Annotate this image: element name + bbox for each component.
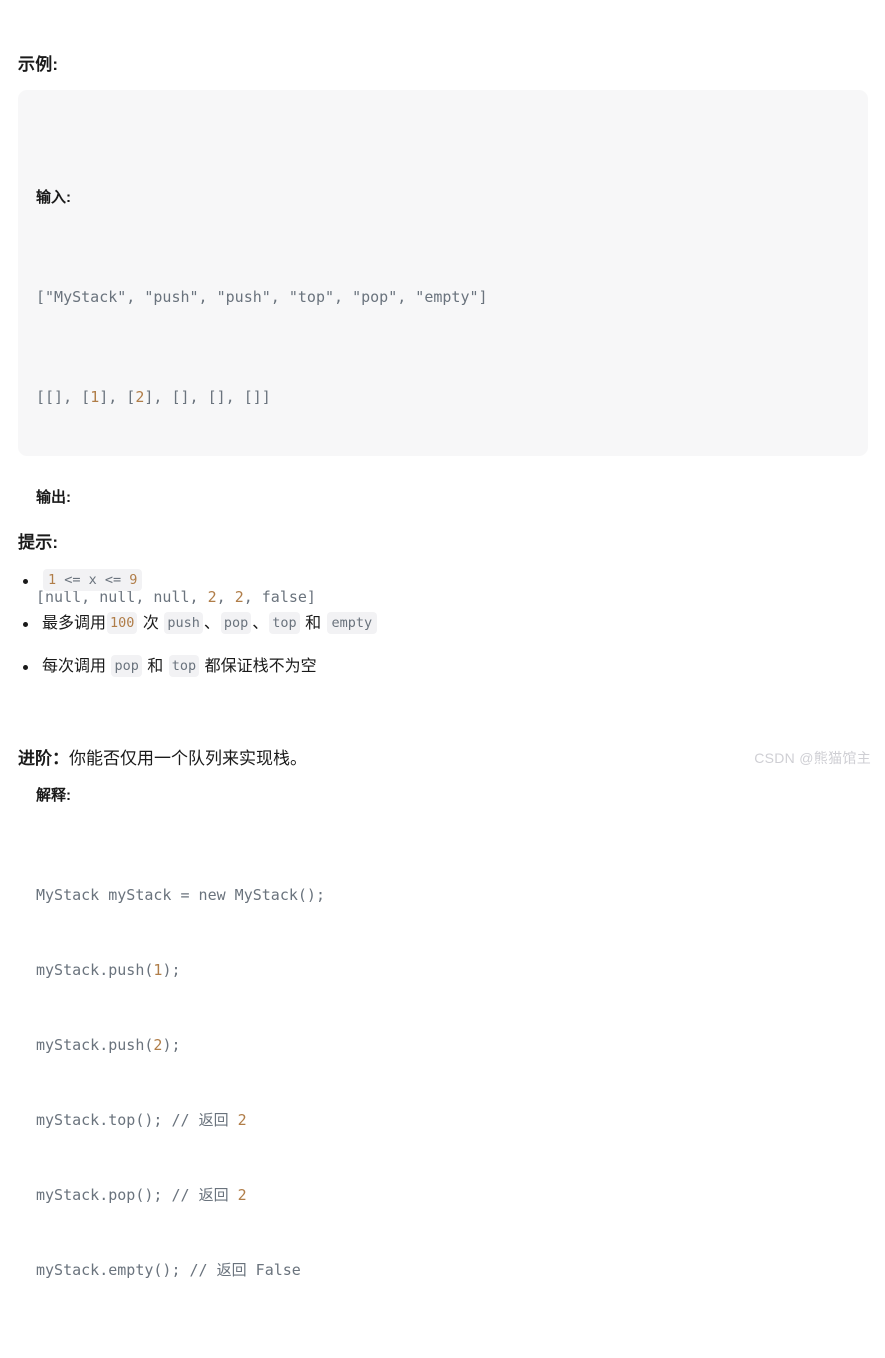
- hint-item-call-count: 最多调用 100 次 push、 pop、 top 和 empty: [18, 611, 838, 637]
- inline-code-token: push: [164, 612, 203, 634]
- input-label: 输入:: [36, 189, 71, 206]
- hint-text: 都保证栈不为空: [200, 658, 317, 675]
- inline-code-token: top: [269, 612, 300, 634]
- inline-code-token: pop: [220, 612, 252, 634]
- explanation-line: MyStack myStack = new MyStack();: [36, 886, 325, 904]
- hints-section-heading: 提示:: [18, 533, 59, 552]
- hint-text: 和: [142, 658, 168, 675]
- followup-label: 进阶：: [18, 749, 69, 768]
- hint-text: 和: [300, 615, 326, 632]
- hint-item-non-empty: 每次调用 pop 和 top 都保证栈不为空: [18, 654, 838, 680]
- hint-item-range: 1 <= x <= 9: [18, 568, 838, 594]
- explanation-line: myStack.push(2);: [36, 1036, 181, 1054]
- explanation-label: 解释:: [36, 787, 71, 804]
- example-section-heading: 示例:: [18, 55, 59, 74]
- hints-list: 1 <= x <= 9 最多调用 100 次 push、 pop、 top 和 empt…: [18, 568, 838, 697]
- hint-text: 每次调用: [42, 658, 111, 675]
- input-line: ["MyStack", "push", "push", "top", "pop"…: [36, 288, 488, 306]
- hint-text: 最多调用: [42, 615, 107, 632]
- hint-text: 、: [203, 615, 220, 632]
- example-code-body: 输入: ["MyStack", "push", "push", "top", "…: [36, 110, 850, 1358]
- inline-code-token: 100: [107, 612, 138, 634]
- input-line: [[], [1], [2], [], [], []]: [36, 388, 271, 406]
- followup-line: 进阶：你能否仅用一个队列来实现栈。: [18, 746, 307, 772]
- inline-code-token: pop: [111, 655, 142, 677]
- explanation-line: myStack.empty(); // 返回 False: [36, 1261, 301, 1279]
- csdn-watermark: CSDN @熊猫馆主: [754, 750, 871, 766]
- followup-text: 你能否仅用一个队列来实现栈。: [69, 749, 307, 768]
- document-page: 示例: 输入: ["MyStack", "push", "push", "top…: [0, 0, 885, 1279]
- inline-code-token: empty: [326, 612, 378, 634]
- explanation-line: myStack.push(1);: [36, 961, 181, 979]
- explanation-line: myStack.top(); // 返回 2: [36, 1111, 247, 1129]
- hint-text: 、: [252, 615, 269, 632]
- hint-text: 次: [138, 615, 164, 632]
- output-label: 输出:: [36, 489, 71, 506]
- example-code-block: 输入: ["MyStack", "push", "push", "top", "…: [18, 90, 868, 1279]
- inline-code-token: top: [168, 655, 200, 677]
- inline-code-token: 1 <= x <= 9: [43, 569, 143, 591]
- explanation-line: myStack.pop(); // 返回 2: [36, 1186, 247, 1204]
